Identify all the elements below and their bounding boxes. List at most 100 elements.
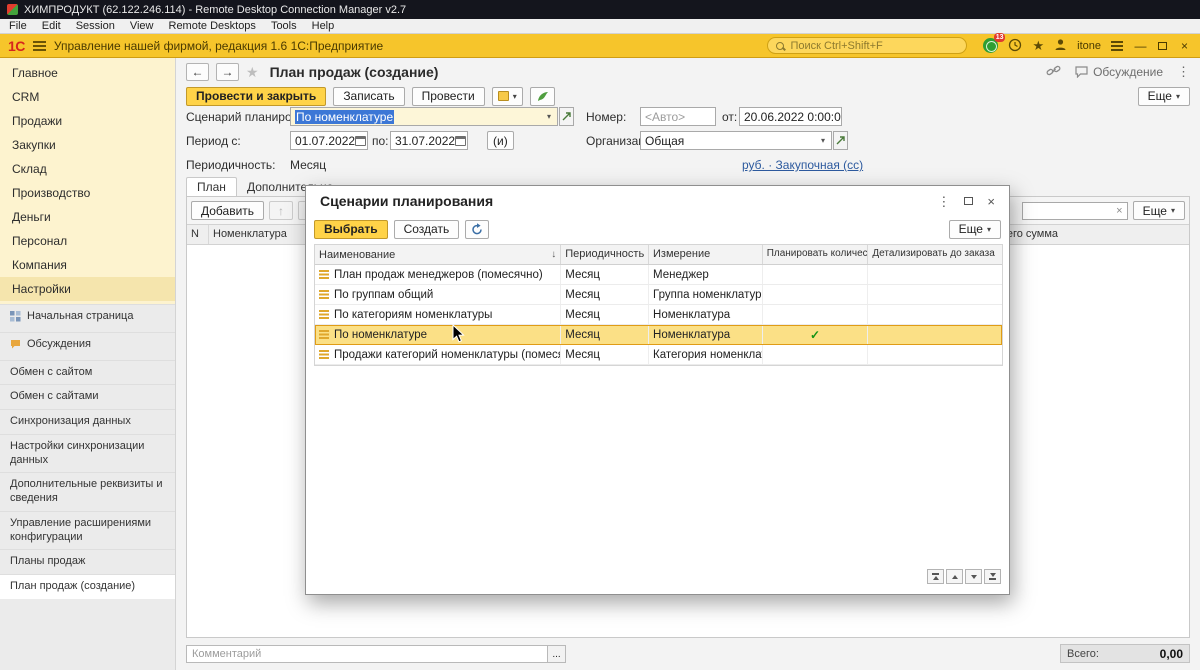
chevron-down-icon[interactable]: ▾ [819,136,827,145]
table-row[interactable]: По группам общий Месяц Группа номенклату… [315,285,1002,305]
select-button[interactable]: Выбрать [314,220,388,239]
dialog-more-button[interactable]: Еще ▾ [949,220,1001,239]
user-name[interactable]: itone [1077,40,1101,52]
table-row-selected[interactable]: По номенклатуре Месяц Номенклатура ✓ [315,325,1002,345]
scenario-periodicity: Месяц [561,345,649,364]
close-button[interactable]: × [1177,40,1192,52]
column-total-sum[interactable]: Всего сумма [989,225,1189,244]
write-button[interactable]: Записать [333,87,404,106]
sidebar-item-sales-plans[interactable]: Планы продаж [0,549,175,574]
favorite-star-icon[interactable]: ★ [246,64,259,81]
dialog-more-dots-icon[interactable]: ⋮ [937,195,950,208]
minimize-button[interactable]: — [1133,40,1148,52]
sidebar-item-sites-exchange[interactable]: Обмен с сайтами [0,384,175,409]
dialog-maximize-button[interactable] [964,197,973,205]
sidebar-item-home[interactable]: Начальная страница [0,304,175,332]
table-row[interactable]: План продаж менеджеров (помесячно) Месяц… [315,265,1002,285]
sidebar-item-proizvodstvo[interactable]: Производство [0,181,175,205]
period-to-field[interactable]: 31.07.2022 [390,131,468,150]
menu-view[interactable]: View [130,20,154,32]
sidebar-item-dengi[interactable]: Деньги [0,205,175,229]
sidebar-item-data-sync[interactable]: Синхронизация данных [0,409,175,434]
maximize-button[interactable] [1158,42,1167,50]
sidebar-item-discussions[interactable]: Обсуждения [0,332,175,360]
more-dots-icon[interactable]: ⋮ [1177,64,1190,80]
scenario-field[interactable]: По номенклатуре ▾ [290,107,558,126]
sidebar-item-personal[interactable]: Персонал [0,229,175,253]
sidebar-item-sales-plan-new[interactable]: План продаж (создание) [0,574,175,599]
sidebar-item-site-exchange[interactable]: Обмен с сайтом [0,360,175,385]
calendar-icon[interactable] [455,136,466,146]
column-plan-quantity[interactable]: Планировать количество [763,245,869,264]
menu-edit[interactable]: Edit [42,20,61,32]
menu-help[interactable]: Help [312,20,335,32]
column-name[interactable]: Наименование ↓ [315,245,561,264]
more-button-top[interactable]: Еще ▾ [1138,87,1190,106]
clear-search-icon[interactable]: × [1116,205,1122,217]
sidebar-item-extensions[interactable]: Управление расширениями конфигурации [0,511,175,550]
menu-remote-desktops[interactable]: Remote Desktops [169,20,256,32]
tab-plan[interactable]: План [186,177,237,197]
sidebar-item-nastroyki[interactable]: Настройки [0,277,175,301]
sidebar-item-sync-settings[interactable]: Настройки синхронизации данных [0,434,175,473]
post-button[interactable]: Провести [412,87,485,106]
sidebar-item-additional-attrs[interactable]: Дополнительные реквизиты и сведения [0,472,175,511]
go-to-bottom-button[interactable] [984,569,1001,584]
table-row[interactable]: По категориям номенклатуры Месяц Номенкл… [315,305,1002,325]
sidebar-sections: Главное CRM Продажи Закупки Склад Произв… [0,58,175,304]
user-icon[interactable] [1054,38,1067,53]
go-to-top-button[interactable] [927,569,944,584]
date-label: от: [722,110,737,124]
sidebar-item-kompaniya[interactable]: Компания [0,253,175,277]
menu-file[interactable]: File [9,20,27,32]
calendar-icon[interactable] [355,136,366,146]
create-based-on-button[interactable]: ▾ [492,87,523,106]
organization-field[interactable]: Общая ▾ [640,131,832,150]
app-title: Управление нашей фирмой, редакция 1.6 1С… [54,39,383,53]
sidebar-item-crm[interactable]: CRM [0,85,175,109]
discussion-button[interactable]: Обсуждение [1075,65,1163,79]
history-clock-icon[interactable] [1008,38,1022,54]
refresh-button[interactable] [465,220,489,239]
column-n[interactable]: N [187,225,209,244]
row-down-button[interactable] [965,569,982,584]
comment-input[interactable] [186,645,548,663]
date-field[interactable]: 20.06.2022 0:00:00 [739,107,842,126]
number-field[interactable]: <Авто> [640,107,716,126]
menu-tools[interactable]: Tools [271,20,297,32]
plan-more-button[interactable]: Еще ▾ [1133,201,1185,220]
discussions-globe-icon[interactable]: 13 [983,38,998,53]
period-from-field[interactable]: 01.07.2022 [290,131,368,150]
global-search-input[interactable]: Поиск Ctrl+Shift+F [767,37,967,54]
hamburger-menu-icon[interactable] [33,41,46,51]
forward-button[interactable]: → [216,63,239,81]
table-row[interactable]: Продажи категорий номенклатуры (помесячн… [315,345,1002,365]
dialog-close-button[interactable]: × [987,195,995,208]
table-search-input[interactable]: × [1022,202,1128,220]
move-up-button[interactable]: ↑ [269,201,293,220]
add-row-button[interactable]: Добавить [191,201,264,220]
currency-pricetype-link[interactable]: руб. · Закупочная (сс) [742,158,863,172]
post-and-close-button[interactable]: Провести и закрыть [186,87,326,106]
sidebar-item-glavnoe[interactable]: Главное [0,61,175,85]
sidebar-item-label: Дополнительные реквизиты и сведения [10,478,171,506]
link-icon[interactable] [1046,64,1061,81]
column-periodicity[interactable]: Периодичность [561,245,649,264]
signature-feather-button[interactable] [530,87,555,106]
column-dimension[interactable]: Измерение [649,245,763,264]
organization-open-button[interactable] [833,131,848,150]
column-detail-to-order[interactable]: Детализировать до заказа [868,245,1002,264]
functions-menu-icon[interactable] [1111,41,1123,51]
sidebar-item-zakupki[interactable]: Закупки [0,133,175,157]
row-up-button[interactable] [946,569,963,584]
comment-expand-button[interactable]: ... [548,645,566,663]
sidebar-item-prodazhi[interactable]: Продажи [0,109,175,133]
sidebar-item-sklad[interactable]: Склад [0,157,175,181]
back-button[interactable]: ← [186,63,209,81]
scenario-open-button[interactable] [559,107,574,126]
period-select-button[interactable]: (и) [487,131,514,150]
chevron-down-icon[interactable]: ▾ [545,112,553,121]
favorites-star-icon[interactable]: ★ [1032,39,1044,52]
create-button[interactable]: Создать [394,220,460,239]
menu-session[interactable]: Session [76,20,115,32]
